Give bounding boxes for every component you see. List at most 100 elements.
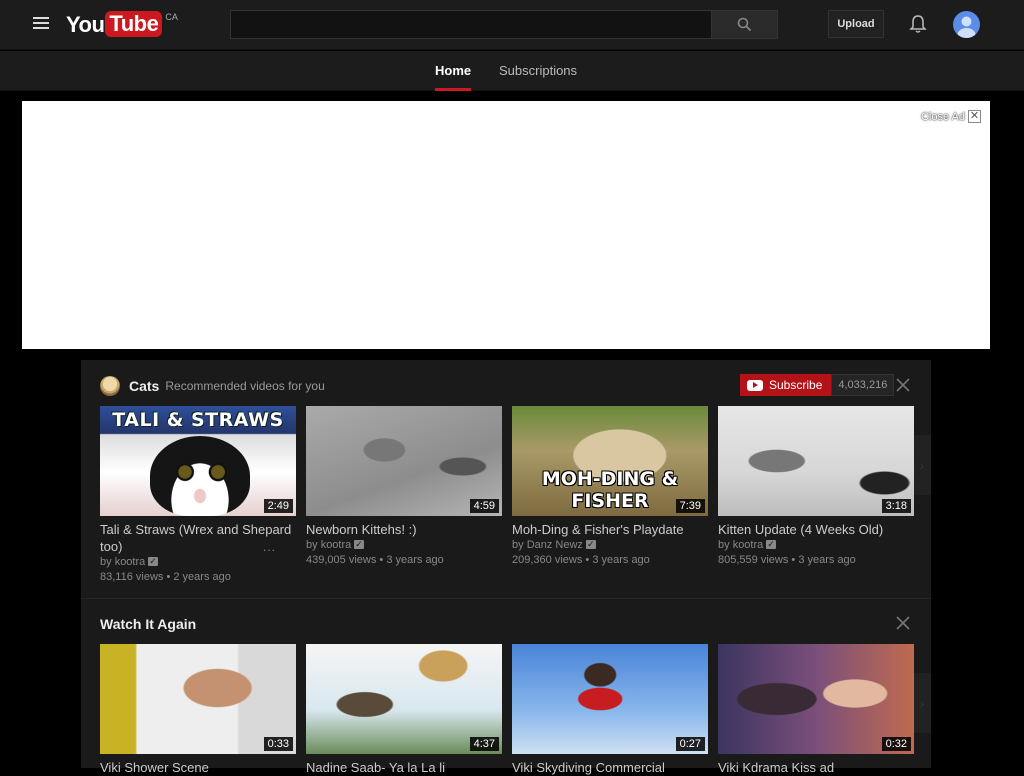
video-thumbnail[interactable]: 4:37 [306,644,502,754]
close-icon: ✕ [968,110,981,123]
shelf-divider [81,598,931,599]
cat-image [150,436,250,516]
upload-age: 2 years ago [173,571,231,583]
video-card[interactable]: 0:33 Viki Shower Scene [100,644,296,776]
subscribe-label: Subscribe [769,378,823,392]
tab-subscriptions[interactable]: Subscriptions [499,51,577,91]
channel-name[interactable]: kootra [733,539,764,551]
video-thumbnail[interactable]: MOH-DING & FISHER 7:39 [512,406,708,516]
video-duration: 0:32 [881,737,911,751]
video-title[interactable]: Kitten Update (4 Weeks Old) [718,521,914,538]
subscriber-count: 4,033,216 [831,374,895,396]
chevron-right-icon[interactable]: › [913,673,931,733]
verified-icon [766,537,777,552]
close-icon[interactable] [895,377,911,393]
video-duration: 2:49 [263,499,293,513]
channel-name[interactable]: kootra [321,539,352,551]
video-thumbnail[interactable]: 3:18 [718,406,914,516]
video-duration: 0:33 [263,737,293,751]
video-card[interactable]: MOH-DING & FISHER 7:39 Moh-Ding & Fisher… [512,406,708,585]
view-count: 209,360 views [512,554,583,566]
view-count: 805,559 views [718,554,789,566]
bell-icon[interactable] [907,13,929,35]
guide-tabs: Home Subscriptions [0,51,1024,91]
logo-you: You [66,12,105,37]
upload-age: 3 years ago [386,554,444,566]
tab-home[interactable]: Home [435,51,472,91]
search-button[interactable] [711,11,777,38]
upload-age: 3 years ago [798,554,856,566]
video-thumbnail[interactable]: TALI & STRAWS 2:49 [100,406,296,516]
video-duration: 3:18 [881,499,911,513]
video-card[interactable]: 0:32 Viki Kdrama Kiss ad [718,644,914,776]
video-stats: 439,005 views • 3 years ago [306,553,502,568]
video-card[interactable]: 4:37 Nadine Saab- Ya la La li [306,644,502,776]
close-ad-label: Close Ad [920,110,965,123]
search-box [230,10,778,39]
more-options-icon[interactable]: ... [263,540,276,554]
by-label: by [306,539,318,551]
subscribe-button[interactable]: Subscribe 4,033,216 [740,374,895,396]
video-duration: 4:37 [469,737,499,751]
video-stats: 805,559 views • 3 years ago [718,553,914,568]
ad-banner[interactable]: Close Ad ✕ [22,101,990,349]
chevron-right-icon[interactable]: › [913,435,931,495]
dot-separator: • [166,571,171,583]
shelf-subtitle: Recommended videos for you [165,379,325,393]
view-count: 83,116 views [100,571,164,583]
video-row-cats: TALI & STRAWS 2:49 Tali & Straws (Wrex a… [100,406,914,585]
dot-separator: • [379,554,384,566]
video-thumbnail[interactable]: 0:33 [100,644,296,754]
region-label: CA [165,12,178,22]
channel-name[interactable]: kootra [115,556,146,568]
video-title[interactable]: Moh-Ding & Fisher's Playdate [512,521,708,538]
view-count: 439,005 views [306,554,377,566]
video-channel: by kootra [306,537,502,553]
shelf-title[interactable]: Cats [129,378,159,394]
youtube-logo[interactable]: You Tube CA [66,11,178,41]
video-card[interactable]: TALI & STRAWS 2:49 Tali & Straws (Wrex a… [100,406,296,585]
avatar-icon[interactable] [953,11,980,38]
video-card[interactable]: 4:59 Newborn Kittehs! :) by kootra 439,0… [306,406,502,585]
video-card[interactable]: 0:27 Viki Skydiving Commercial [512,644,708,776]
masthead: You Tube CA Upload [0,0,1024,50]
shelf-title[interactable]: Watch It Again [100,616,196,632]
feed: Cats Recommended videos for you Subscrib… [81,360,931,775]
play-icon [747,379,763,391]
shelf-header-cats: Cats Recommended videos for you [100,375,325,397]
video-channel: by Danz Newz [512,537,708,553]
upload-age: 3 years ago [592,554,650,566]
by-label: by [718,539,730,551]
dot-separator: • [585,554,590,566]
by-label: by [100,556,112,568]
close-icon[interactable] [895,615,911,631]
channel-name[interactable]: Danz Newz [527,539,583,551]
subscribe-label-box: Subscribe [740,374,832,396]
menu-icon[interactable] [33,17,49,31]
thumbnail-caption: TALI & STRAWS [112,409,284,431]
video-thumbnail[interactable]: 0:27 [512,644,708,754]
video-channel: by kootra [100,554,296,570]
video-thumbnail[interactable]: 4:59 [306,406,502,516]
video-thumbnail[interactable]: 0:32 [718,644,914,754]
verified-icon [585,537,596,552]
search-input[interactable] [231,11,712,38]
video-duration: 4:59 [469,499,499,513]
video-duration: 0:27 [675,737,705,751]
video-row-watch-again: 0:33 Viki Shower Scene 4:37 Nadine Saab-… [100,644,914,776]
dot-separator: • [791,554,796,566]
logo-tube: Tube [105,11,163,37]
search-icon [737,17,752,32]
video-duration: 7:39 [675,499,705,513]
verified-icon [354,537,365,552]
verified-icon [148,554,159,569]
shelf-header-watch-again: Watch It Again [100,613,196,635]
video-stats: 83,116 views • 2 years ago [100,570,296,585]
channel-avatar[interactable] [100,376,120,396]
video-channel: by kootra [718,537,914,553]
video-card[interactable]: 3:18 Kitten Update (4 Weeks Old) by koot… [718,406,914,585]
by-label: by [512,539,524,551]
video-title[interactable]: Newborn Kittehs! :) [306,521,502,538]
upload-button[interactable]: Upload [828,10,884,38]
close-ad-button[interactable]: Close Ad ✕ [921,110,981,123]
